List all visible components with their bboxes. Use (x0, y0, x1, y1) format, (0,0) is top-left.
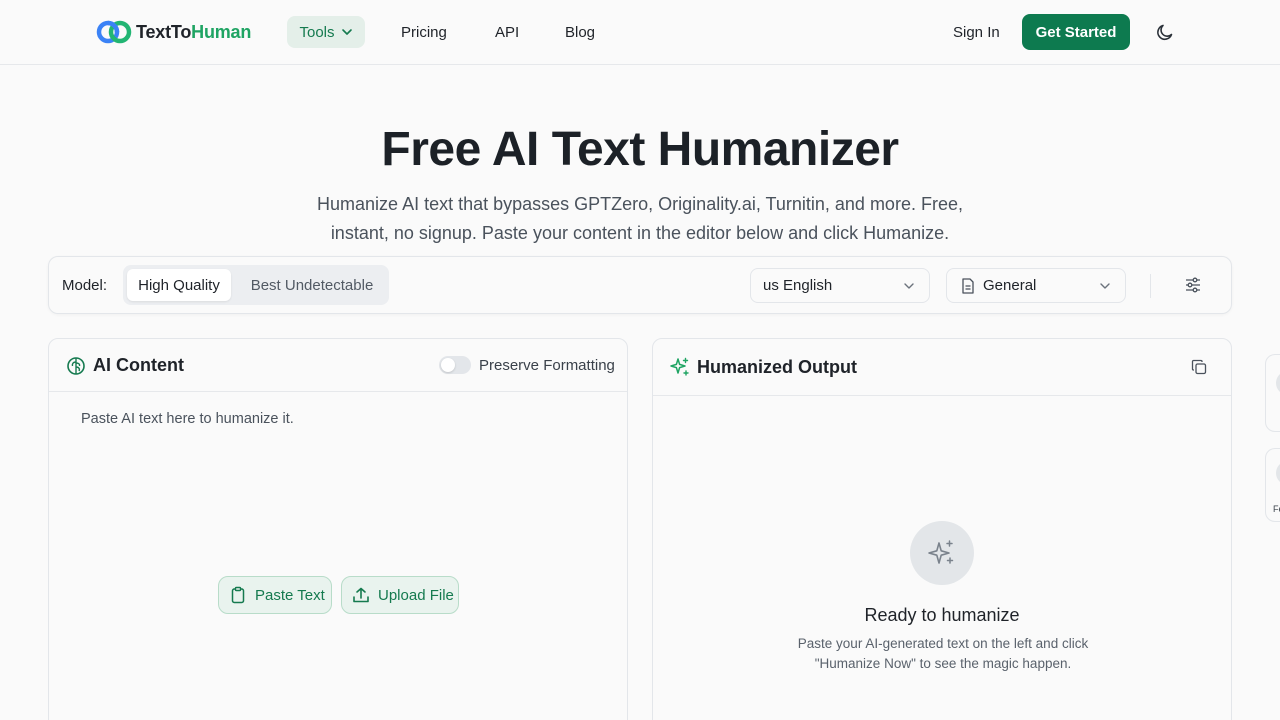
sign-in-link[interactable]: Sign In (953, 24, 1000, 41)
copy-icon[interactable] (1191, 359, 1207, 375)
empty-state-title: Ready to humanize (864, 605, 1020, 625)
document-icon (962, 278, 974, 294)
nav-link-api[interactable]: API (495, 24, 519, 41)
clipboard-icon (231, 586, 245, 604)
logo-text-part2: Human (191, 21, 252, 42)
side-card-avatar (1276, 461, 1280, 485)
tools-menu-button[interactable]: Tools (287, 16, 365, 48)
get-started-button[interactable]: Get Started (1022, 14, 1130, 50)
language-value: us English (763, 277, 833, 294)
toolbar-divider (1150, 274, 1151, 298)
ai-content-title: AI Content (93, 355, 184, 375)
model-selector: High Quality Best Undetectable (123, 265, 389, 305)
chevron-down-icon (341, 29, 352, 35)
brain-icon (67, 357, 85, 375)
options-toolbar: Model: High Quality Best Undetectable us… (48, 256, 1232, 314)
moon-icon[interactable] (1155, 22, 1175, 42)
humanized-output-title: Humanized Output (697, 357, 857, 377)
tools-label: Tools (299, 23, 335, 41)
model-option-best-undetectable[interactable]: Best Undetectable (239, 269, 385, 301)
sliders-icon[interactable] (1185, 277, 1201, 293)
language-select[interactable]: us English (750, 268, 930, 303)
floating-side-card[interactable] (1265, 354, 1280, 432)
humanized-output-panel: Humanized Output Ready to humanize Paste… (652, 338, 1232, 720)
logo-text: TextToHuman (136, 22, 251, 43)
paste-text-button[interactable]: Paste Text (218, 576, 332, 614)
chevron-down-icon (1100, 283, 1110, 289)
sparkles-icon (670, 357, 689, 376)
logo[interactable]: TextToHuman (96, 18, 251, 46)
mode-value: General (983, 277, 1037, 294)
chevron-down-icon (904, 283, 914, 289)
upload-file-label: Upload File (378, 586, 454, 604)
nav-link-blog[interactable]: Blog (565, 24, 595, 41)
empty-state-description: Paste your AI-generated text on the left… (797, 636, 1089, 671)
model-label: Model: (62, 277, 108, 294)
page-title: Free AI Text Humanizer (381, 123, 899, 176)
floating-side-card-2[interactable]: Fe (1265, 448, 1280, 522)
empty-state-badge (910, 521, 974, 585)
upload-file-button[interactable]: Upload File (341, 576, 459, 614)
mode-select[interactable]: General (946, 268, 1126, 303)
model-option-high-quality[interactable]: High Quality (127, 269, 231, 301)
upload-icon (353, 587, 369, 603)
side-card-label: Fe (1273, 504, 1280, 514)
preserve-formatting-label: Preserve Formatting (479, 357, 615, 374)
toggle-knob (441, 358, 455, 372)
ai-content-header: AI Content Preserve Formatting (49, 339, 627, 392)
page-subtitle: Humanize AI text that bypasses GPTZero, … (317, 194, 963, 243)
ai-content-panel: AI Content Preserve Formatting Paste AI … (48, 338, 628, 720)
nav-link-pricing[interactable]: Pricing (401, 24, 447, 41)
humanized-output-header: Humanized Output (653, 339, 1231, 396)
ai-text-input[interactable]: Paste AI text here to humanize it. (81, 411, 294, 427)
logo-text-part1: TextTo (136, 21, 192, 42)
paste-text-label: Paste Text (255, 586, 325, 604)
side-card-avatar (1276, 371, 1280, 395)
top-header: TextToHuman Tools Pricing API Blog Sign … (0, 0, 1280, 65)
sparkles-icon (928, 540, 954, 564)
preserve-formatting-toggle[interactable] (439, 356, 471, 374)
logo-icon (96, 20, 132, 44)
